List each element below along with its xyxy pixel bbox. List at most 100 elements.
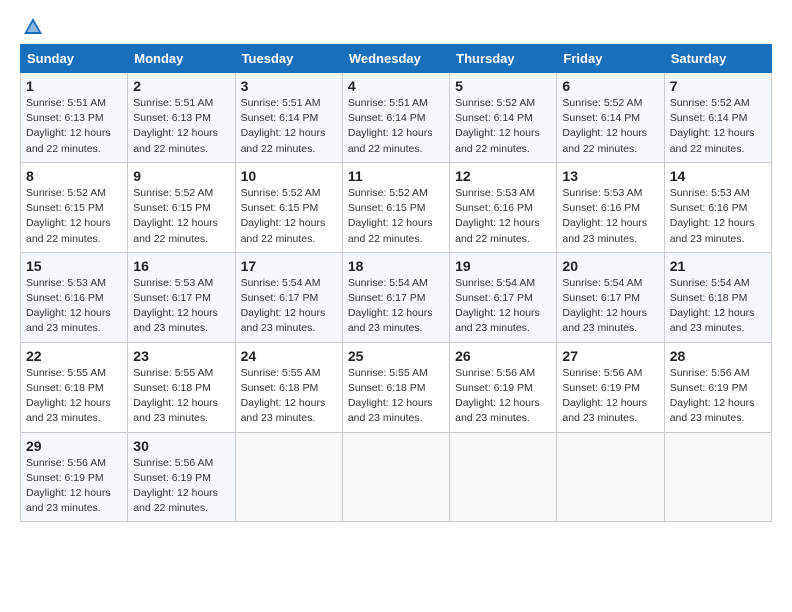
calendar-day-cell: 5 Sunrise: 5:52 AM Sunset: 6:14 PM Daylig… [450,73,557,163]
day-info: Sunrise: 5:52 AM Sunset: 6:15 PM Dayligh… [26,186,122,247]
day-number: 27 [562,348,658,364]
calendar-week-row: 29 Sunrise: 5:56 AM Sunset: 6:19 PM Dayli… [21,432,772,522]
day-info: Sunrise: 5:53 AM Sunset: 6:16 PM Dayligh… [670,186,766,247]
calendar-day-cell: 25 Sunrise: 5:55 AM Sunset: 6:18 PM Dayli… [342,342,449,432]
calendar-day-cell: 4 Sunrise: 5:51 AM Sunset: 6:14 PM Daylig… [342,73,449,163]
calendar-day-cell: 2 Sunrise: 5:51 AM Sunset: 6:13 PM Daylig… [128,73,235,163]
day-number: 26 [455,348,551,364]
day-info: Sunrise: 5:52 AM Sunset: 6:15 PM Dayligh… [241,186,337,247]
day-number: 1 [26,78,122,94]
weekday-header-cell: Thursday [450,45,557,73]
day-info: Sunrise: 5:51 AM Sunset: 6:13 PM Dayligh… [133,96,229,157]
day-info: Sunrise: 5:54 AM Sunset: 6:17 PM Dayligh… [562,276,658,337]
logo [20,16,44,34]
day-info: Sunrise: 5:55 AM Sunset: 6:18 PM Dayligh… [133,366,229,427]
day-info: Sunrise: 5:55 AM Sunset: 6:18 PM Dayligh… [241,366,337,427]
calendar-day-cell: 20Sunrise: 5:54 AM Sunset: 6:17 PM Dayli… [557,252,664,342]
day-number: 2 [133,78,229,94]
day-number: 18 [348,258,444,274]
calendar-day-cell: 10 Sunrise: 5:52 AM Sunset: 6:15 PM Dayli… [235,162,342,252]
calendar-day-cell: 27 Sunrise: 5:56 AM Sunset: 6:19 PM Dayli… [557,342,664,432]
day-number: 14 [670,168,766,184]
calendar-day-cell: 15 Sunrise: 5:53 AM Sunset: 6:16 PM Dayli… [21,252,128,342]
day-info: Sunrise: 5:55 AM Sunset: 6:18 PM Dayligh… [348,366,444,427]
day-info: Sunrise: 5:53 AM Sunset: 6:16 PM Dayligh… [562,186,658,247]
day-info: Sunrise: 5:52 AM Sunset: 6:14 PM Dayligh… [670,96,766,157]
calendar-day-cell: 19Sunrise: 5:54 AM Sunset: 6:17 PM Dayli… [450,252,557,342]
day-number: 17 [241,258,337,274]
calendar-week-row: 8 Sunrise: 5:52 AM Sunset: 6:15 PM Daylig… [21,162,772,252]
calendar-day-cell: 12 Sunrise: 5:53 AM Sunset: 6:16 PM Dayli… [450,162,557,252]
calendar-week-row: 15 Sunrise: 5:53 AM Sunset: 6:16 PM Dayli… [21,252,772,342]
day-info: Sunrise: 5:52 AM Sunset: 6:14 PM Dayligh… [455,96,551,157]
day-info: Sunrise: 5:56 AM Sunset: 6:19 PM Dayligh… [562,366,658,427]
calendar-day-cell [557,432,664,522]
calendar-day-cell: 21Sunrise: 5:54 AM Sunset: 6:18 PM Dayli… [664,252,771,342]
day-number: 29 [26,438,122,454]
day-number: 25 [348,348,444,364]
calendar-day-cell: 26 Sunrise: 5:56 AM Sunset: 6:19 PM Dayli… [450,342,557,432]
calendar-day-cell: 9 Sunrise: 5:52 AM Sunset: 6:15 PM Daylig… [128,162,235,252]
day-number: 9 [133,168,229,184]
calendar-day-cell: 18 Sunrise: 5:54 AM Sunset: 6:17 PM Dayli… [342,252,449,342]
weekday-header-cell: Tuesday [235,45,342,73]
day-number: 21 [670,258,766,274]
day-number: 10 [241,168,337,184]
day-info: Sunrise: 5:51 AM Sunset: 6:14 PM Dayligh… [348,96,444,157]
calendar-body: 1 Sunrise: 5:51 AM Sunset: 6:13 PM Daylig… [21,73,772,522]
day-number: 15 [26,258,122,274]
calendar-day-cell: 13 Sunrise: 5:53 AM Sunset: 6:16 PM Dayli… [557,162,664,252]
weekday-header-row: SundayMondayTuesdayWednesdayThursdayFrid… [21,45,772,73]
calendar-table: SundayMondayTuesdayWednesdayThursdayFrid… [20,44,772,522]
day-number: 12 [455,168,551,184]
day-number: 30 [133,438,229,454]
calendar-day-cell: 17Sunrise: 5:54 AM Sunset: 6:17 PM Dayli… [235,252,342,342]
day-number: 13 [562,168,658,184]
day-info: Sunrise: 5:51 AM Sunset: 6:13 PM Dayligh… [26,96,122,157]
calendar-day-cell: 7 Sunrise: 5:52 AM Sunset: 6:14 PM Daylig… [664,73,771,163]
day-info: Sunrise: 5:56 AM Sunset: 6:19 PM Dayligh… [455,366,551,427]
calendar-day-cell: 28 Sunrise: 5:56 AM Sunset: 6:19 PM Dayli… [664,342,771,432]
day-info: Sunrise: 5:55 AM Sunset: 6:18 PM Dayligh… [26,366,122,427]
calendar-day-cell [664,432,771,522]
day-number: 11 [348,168,444,184]
day-number: 5 [455,78,551,94]
day-number: 4 [348,78,444,94]
day-number: 8 [26,168,122,184]
weekday-header-cell: Wednesday [342,45,449,73]
calendar-day-cell: 24 Sunrise: 5:55 AM Sunset: 6:18 PM Dayli… [235,342,342,432]
day-number: 16 [133,258,229,274]
day-number: 28 [670,348,766,364]
weekday-header-cell: Friday [557,45,664,73]
day-info: Sunrise: 5:56 AM Sunset: 6:19 PM Dayligh… [26,456,122,517]
calendar-week-row: 22 Sunrise: 5:55 AM Sunset: 6:18 PM Dayli… [21,342,772,432]
calendar-day-cell: 22 Sunrise: 5:55 AM Sunset: 6:18 PM Dayli… [21,342,128,432]
day-info: Sunrise: 5:52 AM Sunset: 6:15 PM Dayligh… [133,186,229,247]
day-info: Sunrise: 5:53 AM Sunset: 6:16 PM Dayligh… [26,276,122,337]
day-number: 24 [241,348,337,364]
day-number: 23 [133,348,229,364]
day-info: Sunrise: 5:51 AM Sunset: 6:14 PM Dayligh… [241,96,337,157]
day-info: Sunrise: 5:52 AM Sunset: 6:15 PM Dayligh… [348,186,444,247]
logo-icon [22,16,44,38]
day-number: 19 [455,258,551,274]
calendar-day-cell: 8 Sunrise: 5:52 AM Sunset: 6:15 PM Daylig… [21,162,128,252]
calendar-week-row: 1 Sunrise: 5:51 AM Sunset: 6:13 PM Daylig… [21,73,772,163]
weekday-header-cell: Sunday [21,45,128,73]
calendar-day-cell: 1 Sunrise: 5:51 AM Sunset: 6:13 PM Daylig… [21,73,128,163]
calendar-day-cell: 11 Sunrise: 5:52 AM Sunset: 6:15 PM Dayli… [342,162,449,252]
header [20,16,772,34]
day-number: 7 [670,78,766,94]
day-info: Sunrise: 5:56 AM Sunset: 6:19 PM Dayligh… [670,366,766,427]
calendar-day-cell: 14 Sunrise: 5:53 AM Sunset: 6:16 PM Dayli… [664,162,771,252]
day-info: Sunrise: 5:53 AM Sunset: 6:16 PM Dayligh… [455,186,551,247]
day-info: Sunrise: 5:53 AM Sunset: 6:17 PM Dayligh… [133,276,229,337]
day-info: Sunrise: 5:54 AM Sunset: 6:17 PM Dayligh… [348,276,444,337]
calendar-day-cell: 23 Sunrise: 5:55 AM Sunset: 6:18 PM Dayli… [128,342,235,432]
day-number: 3 [241,78,337,94]
weekday-header-cell: Monday [128,45,235,73]
day-number: 22 [26,348,122,364]
calendar-day-cell [450,432,557,522]
day-number: 6 [562,78,658,94]
day-info: Sunrise: 5:52 AM Sunset: 6:14 PM Dayligh… [562,96,658,157]
